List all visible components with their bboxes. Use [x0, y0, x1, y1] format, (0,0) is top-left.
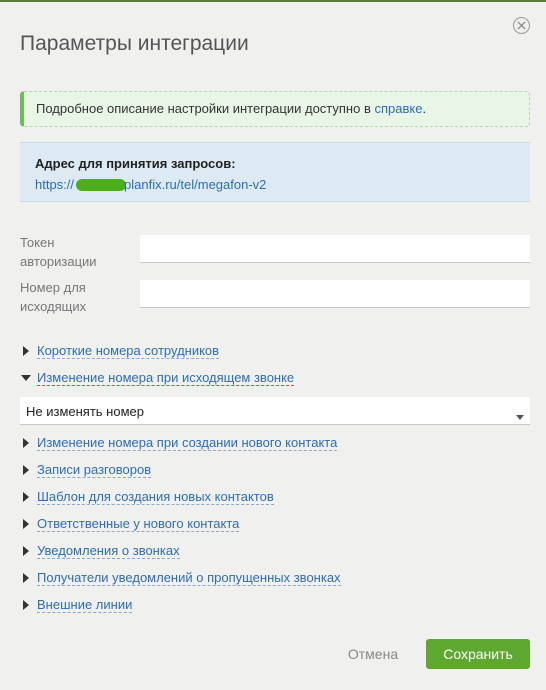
section-label: Внешние линии	[37, 597, 133, 613]
caret-right-icon	[20, 599, 32, 611]
info-notice: Подробное описание настройки интеграции …	[20, 91, 530, 127]
section-missed-recipients[interactable]: Получатели уведомлений о пропущенных зво…	[20, 568, 341, 588]
section-label: Ответственные у нового контакта	[37, 516, 240, 532]
select-value: Не изменять номер	[26, 404, 144, 419]
close-button[interactable]	[513, 17, 530, 34]
close-icon	[517, 21, 526, 30]
section-label: Изменение номера при создании нового кон…	[37, 435, 338, 451]
section-responsible[interactable]: Ответственные у нового контакта	[20, 514, 240, 534]
token-label-line2: авторизации	[20, 254, 97, 269]
caret-right-icon	[20, 572, 32, 584]
outgoing-label-line1: Номер для	[20, 280, 86, 295]
section-label: Записи разговоров	[37, 462, 152, 478]
token-input[interactable]	[140, 235, 530, 263]
outgoing-label-line2: исходящих	[20, 299, 87, 314]
integration-settings-dialog: Параметры интеграции Подробное описание …	[0, 2, 546, 690]
redacted-subdomain	[76, 178, 127, 191]
save-button[interactable]: Сохранить	[426, 639, 530, 669]
section-label: Изменение номера при исходящем звонке	[37, 370, 295, 386]
section-template[interactable]: Шаблон для создания новых контактов	[20, 487, 274, 507]
caret-right-icon	[20, 491, 32, 503]
section-notifications[interactable]: Уведомления о звонках	[20, 541, 180, 561]
address-url-suffix: planfix.ru/tel/megafon-v2	[124, 177, 267, 192]
outgoing-number-label: Номер для исходящих	[20, 278, 130, 316]
info-suffix: .	[422, 101, 427, 116]
address-label: Адрес для принятия запросов:	[35, 156, 236, 171]
section-label: Уведомления о звонках	[37, 543, 180, 559]
section-label: Получатели уведомлений о пропущенных зво…	[37, 570, 341, 586]
caret-right-icon	[20, 545, 32, 557]
outgoing-number-input[interactable]	[140, 280, 530, 308]
address-url[interactable]: https:// planfix.ru/tel/megafon-v2	[35, 177, 530, 192]
dropdown-caret-icon	[516, 408, 524, 423]
section-recordings[interactable]: Записи разговоров	[20, 460, 152, 480]
outgoing-change-select[interactable]: Не изменять номер	[20, 397, 530, 425]
caret-right-icon	[20, 464, 32, 476]
section-outgoing-change[interactable]: Изменение номера при исходящем звонке	[20, 368, 295, 388]
cancel-button[interactable]: Отмена	[336, 639, 410, 669]
caret-right-icon	[20, 437, 32, 449]
token-label-line1: Токен	[20, 235, 55, 250]
caret-right-icon	[20, 518, 32, 530]
info-text: Подробное описание настройки интеграции …	[36, 101, 375, 116]
section-label: Шаблон для создания новых контактов	[37, 489, 274, 505]
caret-down-icon	[20, 372, 32, 384]
request-address-box: Адрес для принятия запросов: https:// pl…	[20, 142, 530, 202]
section-external-lines[interactable]: Внешние линии	[20, 595, 133, 615]
section-short-numbers[interactable]: Короткие номера сотрудников	[20, 341, 220, 361]
address-url-prefix: https://	[35, 177, 75, 192]
help-link[interactable]: справке	[374, 101, 422, 116]
section-label: Короткие номера сотрудников	[37, 343, 220, 359]
dialog-title: Параметры интеграции	[20, 32, 249, 55]
caret-right-icon	[20, 345, 32, 357]
section-new-contact-change[interactable]: Изменение номера при создании нового кон…	[20, 433, 338, 453]
token-label: Токен авторизации	[20, 233, 130, 271]
